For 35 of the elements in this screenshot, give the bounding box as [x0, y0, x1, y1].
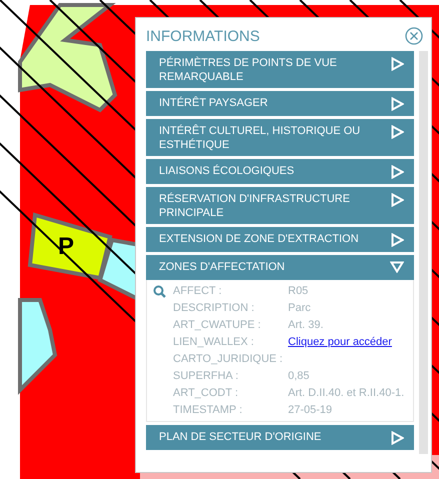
scrollbar[interactable]	[419, 51, 428, 454]
attribute-label: DESCRIPTION :	[173, 302, 256, 314]
expand-triangle-icon	[391, 97, 404, 111]
attribute-value: Parc	[288, 302, 311, 314]
attribute-value: R05	[288, 284, 308, 296]
section-header[interactable]: INTÉRÊT PAYSAGER	[146, 91, 414, 116]
expand-triangle-icon	[391, 233, 404, 247]
panel-title: INFORMATIONS	[146, 28, 260, 44]
attribute-value: 27-05-19	[288, 404, 332, 416]
section-header[interactable]: EXTENSION DE ZONE D'EXTRACTION	[146, 227, 414, 252]
collapse-triangle-icon	[390, 261, 404, 273]
section-header[interactable]: PLAN DE SECTEUR D'ORIGINE	[146, 425, 414, 450]
expand-triangle-icon	[391, 431, 404, 445]
search-icon[interactable]	[153, 285, 166, 298]
attribute-label: TIMESTAMP :	[173, 404, 244, 416]
section-header[interactable]: LIAISONS ÉCOLOGIQUES	[146, 159, 414, 184]
wallex-link[interactable]: Cliquez pour accéder	[288, 336, 392, 348]
expand-triangle-icon	[391, 57, 404, 71]
attribute-label: ART_CODT :	[173, 386, 239, 398]
attribute-value: Art. 39.	[288, 318, 324, 330]
attribute-label: SUPERFHA :	[173, 370, 240, 382]
close-icon[interactable]	[405, 27, 423, 45]
expand-triangle-icon	[391, 193, 404, 207]
section-header[interactable]: PÉRIMÈTRES DE POINTS DE VUE REMARQUABLE	[146, 51, 414, 88]
section-header[interactable]: ZONES D'AFFECTATION	[146, 255, 414, 280]
attribute-value: Art. D.II.40. et R.II.40-1.	[288, 386, 404, 398]
attribute-label: ART_CWATUPE :	[173, 318, 262, 330]
section-header[interactable]: RÉSERVATION D'INFRASTRUCTURE PRINCIPALE	[146, 187, 414, 224]
attribute-label: CARTO_JURIDIQUE :	[173, 352, 284, 364]
attribute-label: AFFECT :	[173, 284, 223, 296]
expand-triangle-icon	[391, 165, 404, 179]
section-header[interactable]: INTÉRÊT CULTUREL, HISTORIQUE OU ESTHÉTIQUE	[146, 119, 414, 156]
attribute-label: LIEN_WALLEX :	[173, 336, 255, 348]
expand-triangle-icon	[391, 125, 404, 139]
attribute-value: 0,85	[288, 370, 310, 382]
